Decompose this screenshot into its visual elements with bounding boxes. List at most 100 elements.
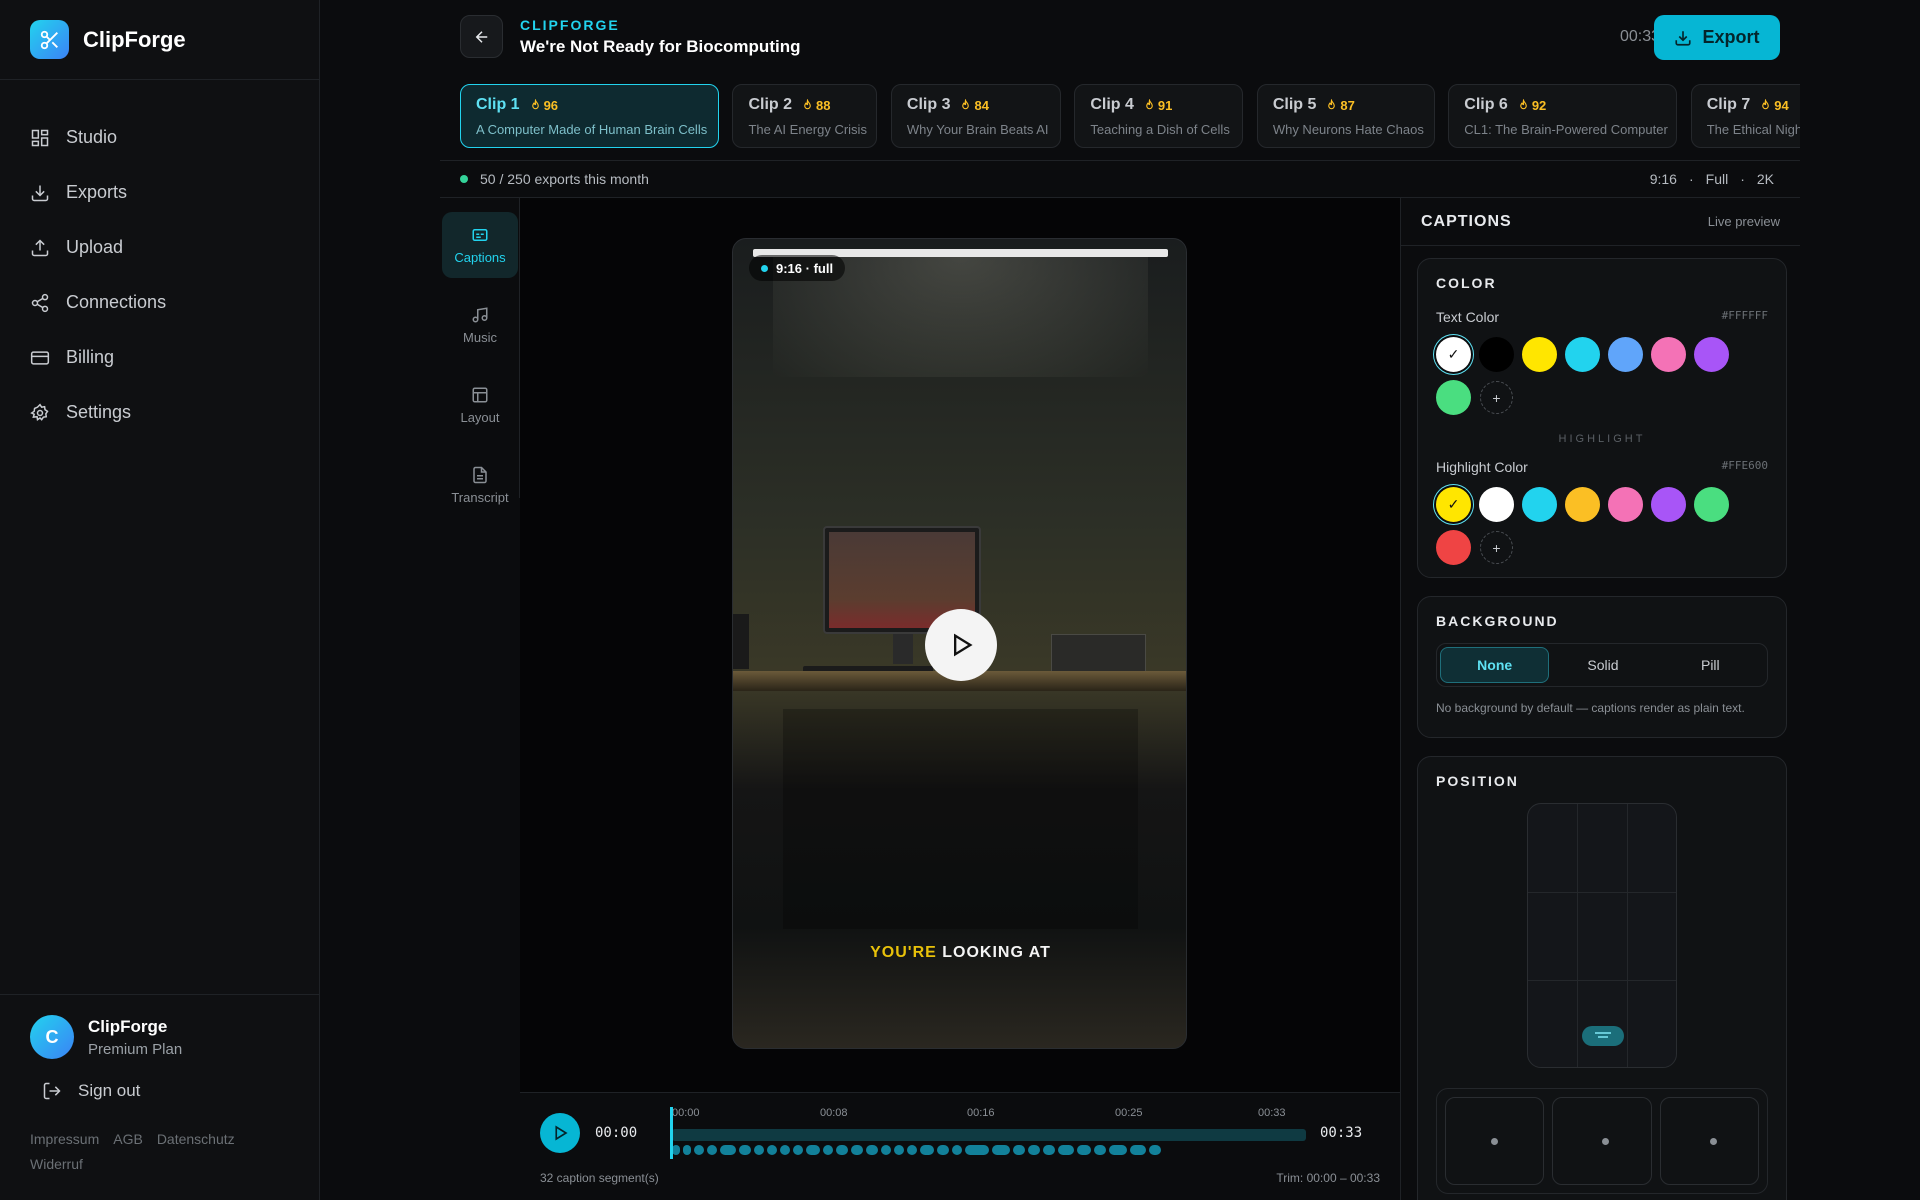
text-color-swatch[interactable]: ✓ bbox=[1436, 337, 1471, 372]
highlight-color-swatch[interactable] bbox=[1608, 487, 1643, 522]
caption-segment[interactable] bbox=[1094, 1145, 1106, 1155]
background-option-none[interactable]: None bbox=[1440, 647, 1550, 683]
clip-tab-6[interactable]: Clip 6 92 CL1: The Brain-Powered Computer bbox=[1448, 84, 1678, 148]
caption-segment[interactable] bbox=[780, 1145, 790, 1155]
format-summary: 9:16 · Full · 2K bbox=[1644, 171, 1780, 187]
caption-segment[interactable] bbox=[1077, 1145, 1091, 1155]
caption-segment[interactable] bbox=[894, 1145, 904, 1155]
caption-segment[interactable] bbox=[720, 1145, 736, 1155]
video-preview[interactable]: 9:16 · full YOU'RE LOOKING AT bbox=[732, 238, 1187, 1049]
timeline-track[interactable]: 00:00 00:08 00:16 00:25 00:33 bbox=[670, 1107, 1310, 1159]
clip-tab-3[interactable]: Clip 3 84 Why Your Brain Beats AI bbox=[890, 84, 1061, 148]
download-icon bbox=[31, 185, 49, 201]
highlight-color-hex: #FFE600 bbox=[1721, 459, 1768, 472]
position-preset-center[interactable] bbox=[1552, 1097, 1652, 1185]
caption-segment[interactable] bbox=[1130, 1145, 1146, 1155]
timeline-play-button[interactable] bbox=[540, 1113, 580, 1153]
tool-layout[interactable]: Layout bbox=[442, 372, 518, 438]
tool-music[interactable]: Music bbox=[442, 292, 518, 358]
text-color-swatch[interactable] bbox=[1522, 337, 1557, 372]
text-color-swatch[interactable] bbox=[1565, 337, 1600, 372]
sidebar-item-studio[interactable]: Studio bbox=[0, 110, 319, 165]
background-option-pill[interactable]: Pill bbox=[1657, 647, 1764, 683]
user-profile[interactable]: C ClipForge Premium Plan bbox=[30, 1015, 290, 1059]
sidebar-item-billing[interactable]: Billing bbox=[0, 330, 319, 385]
clip-title: Teaching a Dish of Cells bbox=[1090, 122, 1230, 137]
export-quota: 50 / 250 exports this month bbox=[480, 171, 649, 187]
highlight-color-swatch[interactable] bbox=[1694, 487, 1729, 522]
text-color-swatch[interactable] bbox=[1651, 337, 1686, 372]
caption-segment[interactable] bbox=[1028, 1145, 1040, 1155]
caption-segment[interactable] bbox=[851, 1145, 863, 1155]
sign-out-button[interactable]: Sign out bbox=[30, 1081, 290, 1101]
clip-tab-4[interactable]: Clip 4 91 Teaching a Dish of Cells bbox=[1074, 84, 1244, 148]
caption-segment[interactable] bbox=[739, 1145, 751, 1155]
position-grid[interactable] bbox=[1527, 803, 1677, 1068]
sidebar-item-exports[interactable]: Exports bbox=[0, 165, 319, 220]
brand[interactable]: ClipForge bbox=[0, 0, 319, 80]
highlight-color-swatch[interactable] bbox=[1479, 487, 1514, 522]
caption-segment[interactable] bbox=[866, 1145, 878, 1155]
highlight-color-swatch[interactable] bbox=[1651, 487, 1686, 522]
caption-segment[interactable] bbox=[1043, 1145, 1055, 1155]
text-color-swatch[interactable] bbox=[1608, 337, 1643, 372]
clip-tab-5[interactable]: Clip 5 87 Why Neurons Hate Chaos bbox=[1256, 84, 1435, 148]
highlight-color-swatch[interactable] bbox=[1522, 487, 1557, 522]
clip-tab-7[interactable]: Clip 7 94 The Ethical Nightmare bbox=[1690, 84, 1800, 148]
sidebar-item-settings[interactable]: Settings bbox=[0, 385, 319, 440]
clip-tab-2[interactable]: Clip 2 88 The AI Energy Crisis bbox=[732, 84, 878, 148]
text-color-swatch[interactable] bbox=[1694, 337, 1729, 372]
tool-transcript[interactable]: Transcript bbox=[442, 452, 518, 518]
text-color-swatch[interactable] bbox=[1479, 337, 1514, 372]
legal-link-datenschutz[interactable]: Datenschutz bbox=[157, 1131, 235, 1147]
playhead[interactable] bbox=[670, 1107, 673, 1159]
legal-link-impressum[interactable]: Impressum bbox=[30, 1131, 99, 1147]
caption-segment[interactable] bbox=[920, 1145, 934, 1155]
caption-segment[interactable] bbox=[707, 1145, 717, 1155]
scissors-icon bbox=[30, 20, 69, 59]
tool-captions[interactable]: Captions bbox=[442, 212, 518, 278]
caption-segment[interactable] bbox=[823, 1145, 833, 1155]
caption-segment[interactable] bbox=[1149, 1145, 1161, 1155]
caption-segment[interactable] bbox=[672, 1145, 680, 1155]
highlight-color-add-button[interactable]: + bbox=[1480, 531, 1513, 564]
clip-tab-1[interactable]: Clip 1 96 A Computer Made of Human Brain … bbox=[460, 84, 719, 148]
highlight-color-swatch[interactable] bbox=[1436, 530, 1471, 565]
caption-segment[interactable] bbox=[1013, 1145, 1025, 1155]
caption-segment[interactable] bbox=[965, 1145, 989, 1155]
caption-segment[interactable] bbox=[907, 1145, 917, 1155]
legal-link-agb[interactable]: AGB bbox=[113, 1131, 143, 1147]
timeline: 00:00 00:00 00:08 00:16 00:25 00:33 00:3… bbox=[520, 1092, 1400, 1200]
position-preset-right[interactable] bbox=[1659, 1097, 1759, 1185]
back-button[interactable] bbox=[460, 15, 503, 58]
caption-segment[interactable] bbox=[836, 1145, 848, 1155]
flame-icon bbox=[1146, 99, 1153, 110]
caption-segment[interactable] bbox=[1109, 1145, 1127, 1155]
play-button[interactable] bbox=[925, 609, 997, 681]
trim-range[interactable] bbox=[672, 1129, 1306, 1141]
caption-segment[interactable] bbox=[754, 1145, 764, 1155]
clip-label: Clip 7 bbox=[1706, 96, 1751, 113]
background-option-solid[interactable]: Solid bbox=[1549, 647, 1656, 683]
sidebar-item-connections[interactable]: Connections bbox=[0, 275, 319, 330]
highlight-color-swatch[interactable]: ✓ bbox=[1436, 487, 1471, 522]
text-color-swatch[interactable] bbox=[1436, 380, 1471, 415]
caption-segment[interactable] bbox=[793, 1145, 803, 1155]
caption-segment[interactable] bbox=[767, 1145, 777, 1155]
caption-segment[interactable] bbox=[937, 1145, 949, 1155]
caption-segment[interactable] bbox=[992, 1145, 1010, 1155]
sidebar-item-upload[interactable]: Upload bbox=[0, 220, 319, 275]
caption-position-marker[interactable] bbox=[1582, 1026, 1624, 1046]
export-label: Export bbox=[1702, 27, 1760, 47]
legal-link-widerruf[interactable]: Widerruf bbox=[30, 1156, 83, 1172]
highlight-color-swatch[interactable] bbox=[1565, 487, 1600, 522]
position-preset-left[interactable] bbox=[1445, 1097, 1545, 1185]
caption-segment[interactable] bbox=[881, 1145, 891, 1155]
export-button[interactable]: Export bbox=[1654, 15, 1780, 60]
caption-segment[interactable] bbox=[952, 1145, 962, 1155]
caption-segment[interactable] bbox=[1058, 1145, 1074, 1155]
caption-segment[interactable] bbox=[694, 1145, 704, 1155]
text-color-add-button[interactable]: + bbox=[1480, 381, 1513, 414]
caption-segment[interactable] bbox=[806, 1145, 820, 1155]
caption-segment[interactable] bbox=[683, 1145, 691, 1155]
